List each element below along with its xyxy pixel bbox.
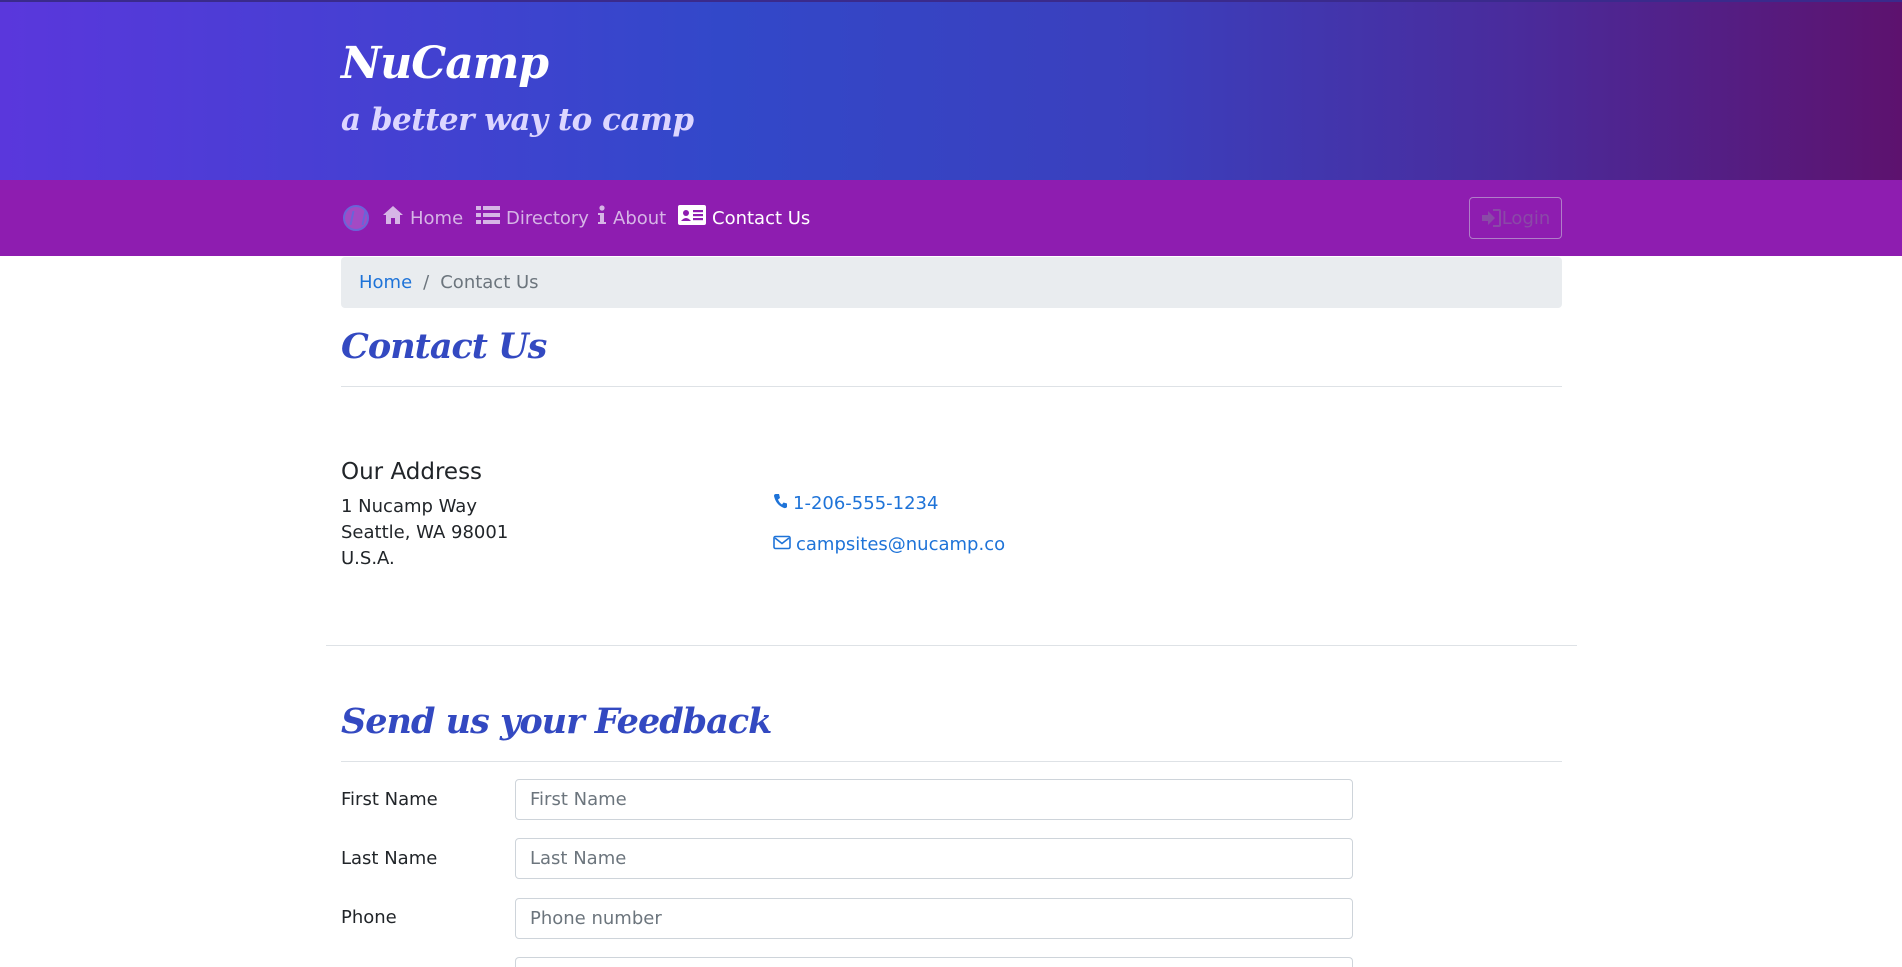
page-title: Contact Us [341, 326, 547, 367]
breadcrumb: Home / Contact Us [341, 257, 1562, 308]
breadcrumb-home-link[interactable]: Home [359, 272, 412, 293]
first-name-label: First Name [341, 789, 438, 810]
email-address: campsites@nucamp.co [796, 534, 1006, 555]
header-jumbotron: NuCamp a better way to camp [0, 0, 1902, 180]
address-line: U.S.A. [341, 548, 395, 569]
breadcrumb-separator: / [423, 272, 430, 293]
brand-subtitle: a better way to camp [341, 102, 694, 138]
address-line: 1 Nucamp Way [341, 496, 477, 517]
address-line: Seattle, WA 98001 [341, 522, 509, 543]
info-icon [597, 205, 607, 231]
phone-icon [773, 491, 788, 517]
last-name-input[interactable] [515, 838, 1353, 879]
nav-item-label: About [613, 207, 667, 229]
nucamp-logo-icon[interactable] [343, 205, 369, 231]
navbar: Home Directory About Contact Us Login [0, 180, 1902, 256]
login-label: Login [1501, 207, 1551, 229]
nav-item-label: Home [410, 207, 464, 229]
phone-number: 1-206-555-1234 [793, 493, 939, 514]
section-divider [326, 645, 1577, 646]
email-input[interactable] [515, 957, 1353, 967]
nav-item-contact-us[interactable]: Contact Us [678, 205, 811, 231]
list-icon [476, 205, 500, 231]
last-name-label: Last Name [341, 848, 438, 869]
divider [341, 386, 1562, 387]
nav-item-directory[interactable]: Directory [476, 206, 589, 230]
sign-in-icon [1481, 209, 1501, 227]
address-heading: Our Address [341, 459, 483, 485]
breadcrumb-current: Contact Us [440, 272, 539, 293]
address-card-icon [678, 205, 706, 231]
home-icon [382, 205, 404, 231]
divider [341, 761, 1562, 762]
nav-item-home[interactable]: Home [382, 206, 463, 230]
phone-label: Phone [341, 907, 397, 928]
phone-link[interactable]: 1-206-555-1234 [773, 491, 938, 517]
phone-input[interactable] [515, 898, 1353, 939]
feedback-title: Send us your Feedback [341, 701, 772, 742]
first-name-input[interactable] [515, 779, 1353, 820]
brand-title: NuCamp [341, 38, 549, 89]
nav-item-about[interactable]: About [597, 205, 667, 231]
email-link[interactable]: campsites@nucamp.co [773, 532, 1005, 558]
envelope-icon [773, 532, 791, 558]
nav-item-label: Directory [506, 207, 589, 229]
login-button[interactable]: Login [1469, 197, 1562, 239]
nav-item-label: Contact Us [712, 207, 811, 229]
